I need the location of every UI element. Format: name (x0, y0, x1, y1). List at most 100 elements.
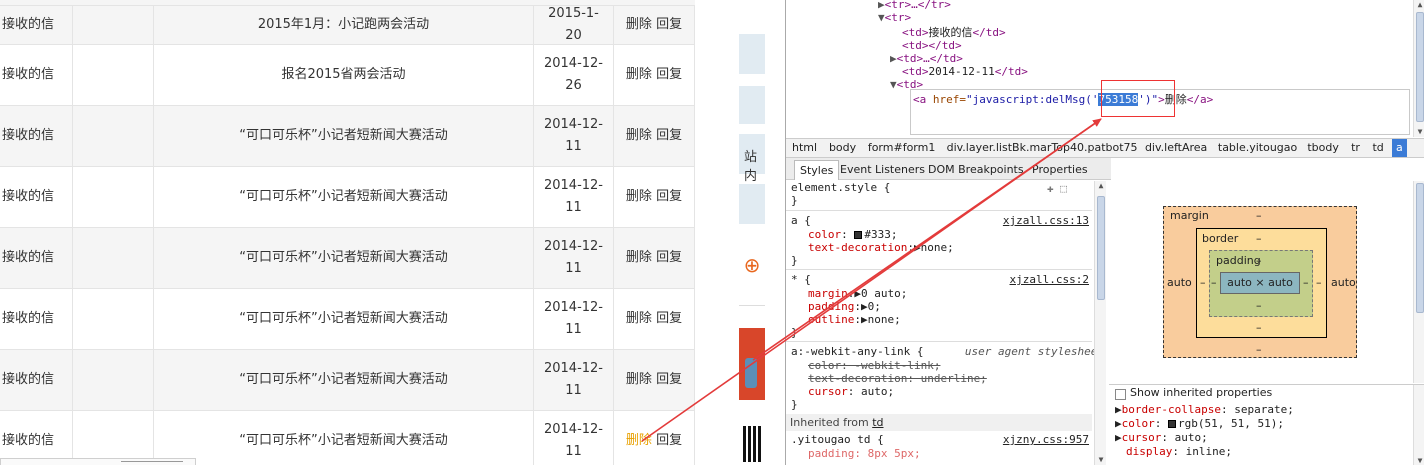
breadcrumb-item-2[interactable]: form#form1 (868, 139, 936, 157)
padding-top-value[interactable]: – (1256, 254, 1262, 267)
css-property[interactable]: text-decoration:▶none; (808, 241, 954, 254)
message-title-cell[interactable]: 报名2015省两会活动 (153, 45, 533, 105)
css-property-overridden[interactable]: color: -webkit-link; (808, 359, 940, 372)
message-title-cell[interactable]: “可口可乐杯”小记者短新闻大赛活动 (153, 106, 533, 166)
elements-scrollbar[interactable]: ▲ ▼ (1413, 0, 1424, 137)
computed-prop[interactable]: ▶color: rgb(51, 51, 51); (1115, 417, 1284, 431)
box-content-size[interactable]: auto × auto (1220, 272, 1300, 294)
border-bottom-value[interactable]: – (1256, 321, 1262, 334)
dom-node-tr-collapsed[interactable]: ▶<tr>…</tr> (878, 0, 951, 11)
promo-image[interactable] (739, 328, 765, 400)
css-property[interactable]: padding:▶0; (808, 300, 881, 313)
element-style-selector[interactable]: element.style { (791, 181, 890, 194)
show-inherited-checkbox[interactable] (1115, 389, 1126, 400)
delete-link[interactable]: 删除 (626, 430, 652, 452)
dom-node-td-1[interactable]: <td>接收的信</td> (902, 26, 1006, 39)
search-magnifier-icon[interactable]: ⊕ (740, 248, 764, 282)
collapse-triangle-icon[interactable]: ▼ (890, 78, 897, 91)
reply-link[interactable]: 回复 (656, 369, 682, 391)
breadcrumb-item-6[interactable]: tbody (1307, 139, 1339, 157)
border-left-value[interactable]: – (1200, 276, 1206, 289)
message-title-cell[interactable]: “可口可乐杯”小记者短新闻大赛活动 (153, 411, 533, 465)
message-title-cell[interactable]: 2015年1月：小记跑两会活动 (153, 6, 533, 44)
css-property[interactable]: color: #333; (808, 228, 898, 241)
breadcrumb-item-8[interactable]: td (1372, 139, 1383, 157)
message-title-cell[interactable]: “可口可乐杯”小记者短新闻大赛活动 (153, 228, 533, 288)
expand-triangle-icon[interactable]: ▶ (854, 287, 861, 300)
breadcrumb-item-1[interactable]: body (829, 139, 856, 157)
message-title-cell[interactable]: “可口可乐杯”小记者短新闻大赛活动 (153, 350, 533, 410)
breadcrumb-item-3[interactable]: div.layer.listBk.marTop40.patbot75 (947, 139, 1138, 157)
css-property[interactable]: margin:▶0 auto; (808, 287, 907, 300)
delete-link[interactable]: 删除 (626, 186, 652, 208)
css-property[interactable]: padding: 8px 5px; (808, 447, 921, 460)
expand-triangle-icon[interactable]: ▶ (914, 241, 921, 254)
computed-prop[interactable]: ▶cursor: auto; (1115, 431, 1208, 445)
padding-bottom-value[interactable]: – (1256, 299, 1262, 312)
breadcrumb-item-0[interactable]: html (792, 139, 817, 157)
breadcrumb-item-4[interactable]: div.leftArea (1145, 139, 1207, 157)
computed-prop[interactable]: display: inline; (1126, 445, 1232, 459)
computed-prop[interactable]: ▶border-collapse: separate; (1115, 403, 1294, 417)
reply-link[interactable]: 回复 (656, 186, 682, 208)
css-property[interactable]: cursor: auto; (808, 385, 894, 398)
scroll-thumb[interactable] (1416, 12, 1424, 122)
reply-link[interactable]: 回复 (656, 247, 682, 269)
computed-scrollbar[interactable]: ▼ (1413, 385, 1424, 465)
dom-node-td-3[interactable]: ▶<td>…</td> (890, 52, 963, 65)
expand-triangle-icon[interactable]: ▶ (1115, 403, 1122, 416)
expand-triangle-icon[interactable]: ▶ (861, 313, 868, 326)
border-top-value[interactable]: – (1256, 232, 1262, 245)
padding-right-value[interactable]: – (1303, 276, 1309, 289)
scroll-up-icon[interactable]: ▲ (1414, 0, 1424, 10)
margin-left-value[interactable]: auto (1167, 276, 1192, 289)
color-swatch-icon[interactable] (1168, 420, 1176, 428)
breadcrumb-item-7[interactable]: tr (1351, 139, 1360, 157)
horizontal-scrollbar[interactable] (0, 458, 196, 465)
delete-link[interactable]: 删除 (626, 14, 652, 36)
css-property[interactable]: outline:▶none; (808, 313, 901, 326)
margin-top-value[interactable]: – (1256, 209, 1262, 222)
reply-link[interactable]: 回复 (656, 64, 682, 86)
margin-bottom-value[interactable]: – (1256, 343, 1262, 356)
delete-link[interactable]: 删除 (626, 369, 652, 391)
dom-node-tr[interactable]: ▼<tr> (878, 11, 911, 24)
message-title-cell[interactable]: “可口可乐杯”小记者短新闻大赛活动 (153, 289, 533, 349)
reply-link[interactable]: 回复 (656, 14, 682, 36)
delete-link[interactable]: 删除 (626, 247, 652, 269)
css-property-overridden[interactable]: text-decoration: underline; (808, 372, 987, 385)
padding-left-value[interactable]: – (1211, 276, 1217, 289)
reply-link[interactable]: 回复 (656, 430, 682, 452)
tab-styles[interactable]: Styles (794, 160, 840, 180)
add-rule-icon[interactable]: ✚ ⬚ (1047, 182, 1067, 195)
source-link[interactable]: xjzall.css:13 (1003, 214, 1089, 227)
inherited-from-link[interactable]: td (872, 416, 883, 429)
expand-triangle-icon[interactable]: ▶ (861, 300, 868, 313)
tab-dom-breakpoints[interactable]: DOM Breakpoints (923, 160, 1029, 180)
source-link[interactable]: xjzall.css:2 (1010, 273, 1089, 286)
breadcrumb-item-9[interactable]: a (1391, 139, 1407, 157)
dom-node-td-2[interactable]: <td></td> (902, 39, 962, 52)
tab-event-listeners[interactable]: Event Listeners (835, 160, 930, 180)
delete-link[interactable]: 删除 (626, 125, 652, 147)
tab-properties[interactable]: Properties (1027, 160, 1093, 180)
scroll-up-icon[interactable]: ▲ (1095, 181, 1107, 191)
dom-node-td-4[interactable]: <td>2014-12-11</td> (902, 65, 1028, 78)
scroll-down-icon[interactable]: ▼ (1095, 455, 1107, 465)
reply-link[interactable]: 回复 (656, 308, 682, 330)
styles-scrollbar[interactable]: ▲ ▼ (1094, 181, 1106, 465)
border-right-value[interactable]: – (1316, 276, 1322, 289)
scroll-thumb[interactable] (1416, 183, 1424, 313)
expand-triangle-icon[interactable]: ▶ (1115, 431, 1122, 444)
reply-link[interactable]: 回复 (656, 125, 682, 147)
scroll-thumb[interactable] (1097, 196, 1105, 300)
expand-triangle-icon[interactable]: ▶ (890, 52, 897, 65)
expand-triangle-icon[interactable]: ▶ (1115, 417, 1122, 430)
scroll-down-icon[interactable]: ▼ (1414, 127, 1424, 137)
source-link[interactable]: xjzny.css:957 (1003, 433, 1089, 446)
metrics-scrollbar[interactable] (1413, 181, 1424, 383)
delete-link[interactable]: 删除 (626, 308, 652, 330)
margin-right-value[interactable]: auto (1331, 276, 1356, 289)
scroll-down-icon[interactable]: ▼ (1414, 456, 1424, 465)
color-swatch-icon[interactable] (854, 231, 863, 239)
